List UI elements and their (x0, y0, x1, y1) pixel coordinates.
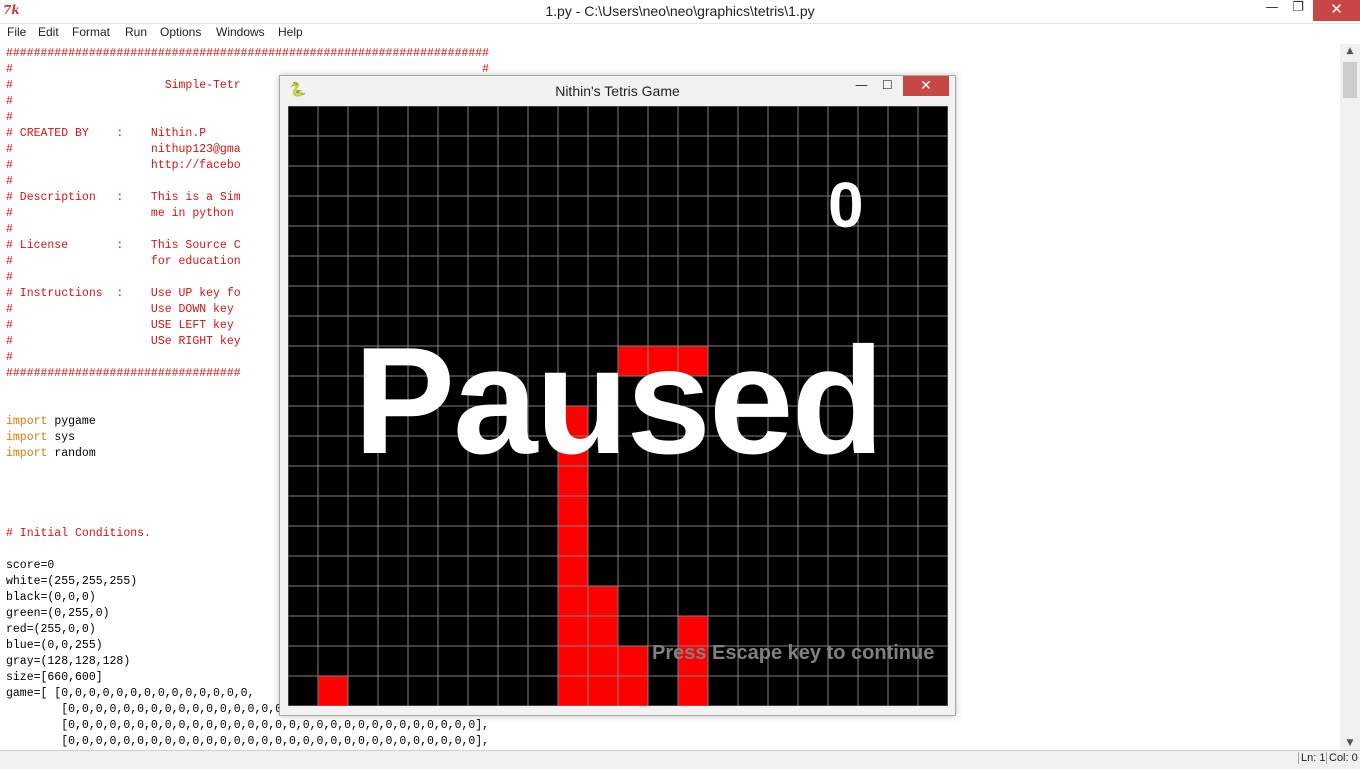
tetris-block (558, 646, 588, 676)
code-line: # http://facebo (6, 159, 241, 172)
scroll-thumb[interactable] (1343, 62, 1357, 98)
code-line: import pygame (6, 415, 96, 428)
menu-format[interactable]: Format (72, 25, 110, 39)
game-close-button[interactable]: ✕ (903, 76, 949, 96)
code-line: # Description : This is a Sim (6, 191, 241, 204)
code-line: size=[660,600] (6, 671, 103, 684)
tetris-block (618, 646, 648, 676)
vertical-scrollbar[interactable]: ▲ ▼ (1340, 44, 1360, 750)
code-line: # nithup123@gma (6, 143, 241, 156)
tetris-block (588, 616, 618, 646)
menu-help[interactable]: Help (278, 25, 303, 39)
code-line: [0,0,0,0,0,0,0,0,0,0,0,0,0,0,0,0,0,0,0,0… (6, 735, 490, 748)
tetris-block (558, 676, 588, 706)
code-line: game=[ [0,0,0,0,0,0,0,0,0,0,0,0,0,0, (6, 687, 255, 700)
menu-file[interactable]: File (7, 25, 26, 39)
code-line: # License : This Source C (6, 239, 241, 252)
score-display: 0 (828, 169, 864, 241)
paused-overlay-text: Paused (353, 316, 885, 486)
code-line: # Use DOWN key (6, 303, 234, 316)
code-line: # USe RIGHT key (6, 335, 241, 348)
tetris-block (588, 586, 618, 616)
code-line: black=(0,0,0) (6, 591, 96, 604)
menu-windows[interactable]: Windows (216, 25, 265, 39)
code-line: ########################################… (6, 47, 490, 60)
window-title: 1.py - C:\Users\neo\neo\graphics\tetris\… (545, 3, 815, 19)
code-line: green=(0,255,0) (6, 607, 110, 620)
code-keyword: import (6, 431, 48, 444)
game-maximize-button[interactable]: ☐ (882, 78, 893, 92)
code-line: blue=(0,0,255) (6, 639, 103, 652)
close-button[interactable]: ✕ (1313, 0, 1360, 21)
code-line: # Instructions : Use UP key fo (6, 287, 241, 300)
menu-bar: File Edit Format Run Options Windows Hel… (0, 24, 1360, 43)
tetris-block (588, 646, 618, 676)
code-line: white=(255,255,255) (6, 575, 138, 588)
tetris-block (318, 676, 348, 706)
tetris-block (558, 496, 588, 526)
code-line: # (6, 111, 13, 124)
code-line: # (6, 351, 13, 364)
scroll-down-icon[interactable]: ▼ (1340, 738, 1360, 748)
scroll-up-icon[interactable]: ▲ (1340, 46, 1360, 56)
continue-hint-text: Press Escape key to continue (652, 642, 935, 664)
status-column-number: Col: 0 (1326, 752, 1358, 764)
code-line: red=(255,0,0) (6, 623, 96, 636)
code-line: # (6, 175, 13, 188)
code-line: # CREATED BY : Nithin.P (6, 127, 207, 140)
code-keyword: import (6, 447, 48, 460)
tetris-block (678, 676, 708, 706)
tetris-block (558, 616, 588, 646)
code-line: [0,0,0,0,0,0,0,0,0,0,0,0,0,0,0,0,0,0,0,0… (6, 719, 490, 732)
code-line: gray=(128,128,128) (6, 655, 131, 668)
tetris-block (588, 676, 618, 706)
tetris-block (558, 556, 588, 586)
title-bar: 7k 1.py - C:\Users\neo\neo\graphics\tetr… (0, 0, 1360, 24)
game-window-title: Nithin's Tetris Game (555, 83, 680, 99)
code-line: # (6, 223, 13, 236)
menu-options[interactable]: Options (160, 25, 201, 39)
code-line: # for education (6, 255, 241, 268)
code-line: import sys (6, 431, 76, 444)
code-line: # me in python (6, 207, 234, 220)
tetris-block (558, 526, 588, 556)
game-minimize-button[interactable]: — (855, 78, 868, 93)
game-window[interactable]: 🐍 Nithin's Tetris Game — ☐ ✕ 0 Paused Pr… (279, 75, 956, 716)
code-line: score=0 (6, 559, 55, 572)
tetris-block (558, 586, 588, 616)
code-line: ################################## (6, 367, 241, 380)
code-line: # Initial Conditions. (6, 527, 151, 540)
code-keyword: import (6, 415, 48, 428)
code-line: # (6, 271, 13, 284)
code-line: import random (6, 447, 96, 460)
restore-button[interactable]: ❐ (1284, 0, 1312, 21)
menu-run[interactable]: Run (125, 25, 147, 39)
code-line: # (6, 95, 13, 108)
code-line: # USE LEFT key (6, 319, 234, 332)
game-board: 0 Paused Press Escape key to continue (288, 106, 948, 706)
menu-edit[interactable]: Edit (38, 25, 59, 39)
tetris-block (618, 676, 648, 706)
code-line: # Simple-Tetr (6, 79, 241, 92)
minimize-button[interactable]: — (1258, 0, 1286, 21)
status-line-number: Ln: 1 (1298, 752, 1325, 764)
status-bar: Ln: 1 Col: 0 (0, 750, 1360, 769)
